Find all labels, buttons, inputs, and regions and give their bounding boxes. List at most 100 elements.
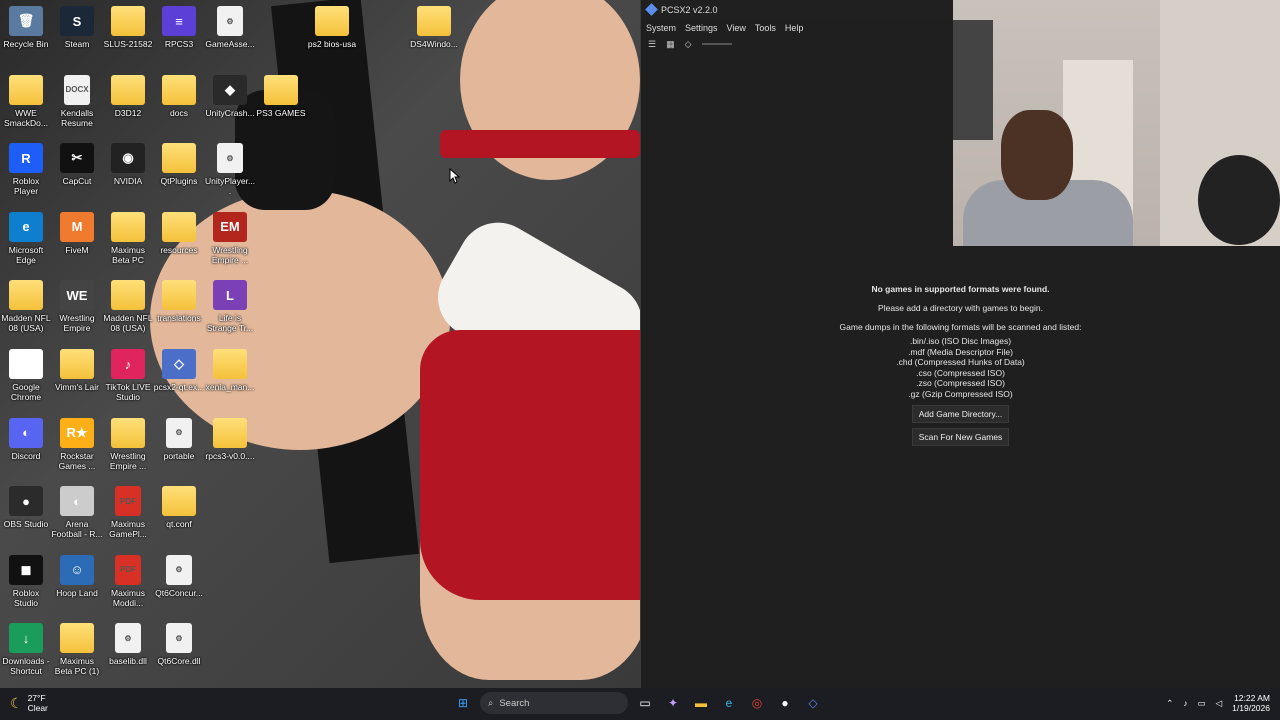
desktop-icon[interactable]: ◐ Arena Football - R... <box>51 486 103 539</box>
desktop-icon[interactable]: ◆ UnityCrash... <box>204 74 256 118</box>
desktop-icon[interactable]: ↓ Downloads - Shortcut <box>0 623 52 676</box>
desktop-icon[interactable]: Wrestling Empire ... <box>102 417 154 471</box>
network-icon[interactable]: ▭ <box>1198 698 1206 709</box>
taskbar-search[interactable]: ⌕ Search <box>480 692 628 714</box>
desktop-icon-label: resources <box>160 244 198 255</box>
desktop-icon[interactable]: ◐ Discord <box>0 417 52 461</box>
desktop-icon-glyph: e <box>9 211 43 242</box>
desktop-icon[interactable]: DS4Windo... <box>408 6 460 49</box>
edge-icon[interactable]: e <box>718 692 740 714</box>
desktop-icon-glyph: DOCX <box>64 74 90 105</box>
weather-moon-icon: ☾ <box>10 695 23 711</box>
desktop-icon[interactable]: S Steam <box>51 6 103 49</box>
desktop-icon[interactable]: EM Wrestling Empire ... <box>204 211 256 265</box>
zoom-slider[interactable] <box>701 43 732 45</box>
desktop-icon[interactable]: D3D12 <box>102 74 154 118</box>
copilot-icon[interactable]: ✦ <box>662 692 684 714</box>
clock-date: 1/19/2026 <box>1232 703 1270 713</box>
chrome-icon[interactable]: ◎ <box>746 692 768 714</box>
desktop-icon[interactable]: WWE SmackDo... <box>0 74 52 128</box>
weather-widget[interactable]: ☾ 27°F Clear <box>10 693 48 713</box>
desktop-icon[interactable]: ☺ Hoop Land <box>51 554 103 598</box>
desktop-icon-glyph: ⚙ <box>166 554 192 585</box>
desktop-icon[interactable]: Vimm's Lair <box>51 349 103 392</box>
desktop-icon-label: PS3 GAMES <box>256 107 306 118</box>
desktop-icon[interactable]: ● OBS Studio <box>0 486 52 529</box>
desktop-icon[interactable]: PDF Maximus GamePl... <box>102 486 154 539</box>
desktop-icon[interactable]: xenia_man... <box>204 349 256 392</box>
desktop-icon[interactable]: ◎ Google Chrome <box>0 349 52 402</box>
desktop-icon[interactable]: Maximus Beta PC <box>102 211 154 265</box>
desktop-icon[interactable]: ⚙ GameAsse... <box>204 6 256 49</box>
obs-icon[interactable]: ● <box>774 692 796 714</box>
volume-icon[interactable]: ◁ <box>1216 698 1223 709</box>
desktop-icon[interactable]: ✂ CapCut <box>51 143 103 186</box>
list-view-icon[interactable]: ☰ <box>648 39 656 50</box>
desktop-icon[interactable]: Maximus Beta PC (1) <box>51 623 103 676</box>
menu-view[interactable]: View <box>727 23 746 33</box>
desktop-icon-label: Wrestling Empire ... <box>211 244 249 265</box>
desktop-icon[interactable]: L Life is Strange Tr... <box>204 280 256 333</box>
desktop-icon[interactable]: ⚙ Qt6Concur... <box>153 554 205 598</box>
desktop-icon-glyph: ◎ <box>9 349 43 379</box>
menu-tools[interactable]: Tools <box>755 23 776 33</box>
scan-for-new-games-button[interactable]: Scan For New Games <box>911 427 1010 446</box>
desktop-icon[interactable]: ◇ pcsx2-qt.ex... <box>153 349 205 392</box>
desktop-icon[interactable]: M FiveM <box>51 211 103 255</box>
desktop-icon[interactable]: R★ Rockstar Games ... <box>51 417 103 471</box>
desktop-icon[interactable]: QtPlugins <box>153 143 205 186</box>
desktop-icon[interactable]: ⚙ portable <box>153 417 205 461</box>
clock[interactable]: 12:22 AM 1/19/2026 <box>1232 693 1270 713</box>
desktop-icon[interactable]: ps2 bios-usa <box>306 6 358 49</box>
empty-library-panel: No games in supported formats were found… <box>641 284 1280 446</box>
desktop-icon[interactable]: SLUS-21582 <box>102 6 154 49</box>
desktop-icon[interactable]: resources <box>153 211 205 255</box>
format-item: .chd (Compressed Hunks of Data) <box>896 357 1025 368</box>
desktop-icon-label: Wrestling Empire ... <box>109 450 147 471</box>
desktop-icon-glyph <box>111 74 145 105</box>
desktop-icon[interactable]: docs <box>153 74 205 118</box>
pcsx2-logo-icon <box>645 3 658 16</box>
desktop-icon[interactable]: rpcs3-v0.0.... <box>204 417 256 461</box>
desktop-icon-label: Maximus Beta PC <box>110 244 145 265</box>
pcsx2-taskbar-icon[interactable]: ◇ <box>802 692 824 714</box>
desktop-icon-glyph: EM <box>213 211 247 242</box>
desktop-icon[interactable]: ⚙ UnityPlayer.... <box>204 143 256 196</box>
desktop-icon[interactable]: PS3 GAMES <box>255 74 307 118</box>
grid-view-icon[interactable]: ▦ <box>666 39 675 50</box>
chevron-up-icon[interactable]: ⌃ <box>1166 698 1173 709</box>
desktop-icon[interactable]: ⚙ Qt6Core.dll <box>153 623 205 666</box>
menu-system[interactable]: System <box>646 23 676 33</box>
desktop-icon-label: Downloads - Shortcut <box>2 656 50 677</box>
desktop-icon[interactable]: ◼ Roblox Studio <box>0 554 52 608</box>
desktop-icon[interactable]: R Roblox Player <box>0 143 52 196</box>
desktop-icon[interactable]: ◉ NVIDIA <box>102 143 154 186</box>
desktop-icon-glyph <box>9 74 43 105</box>
desktop-icon[interactable]: ≡ RPCS3 <box>153 6 205 49</box>
microphone-icon[interactable]: ♪ <box>1183 698 1187 708</box>
desktop-icon-glyph <box>111 211 145 242</box>
desktop-icon[interactable]: DOCX Kendalls Resume <box>51 74 103 128</box>
empty-hint: Please add a directory with games to beg… <box>878 303 1043 313</box>
desktop-icon[interactable]: PDF Maximus Moddi... <box>102 554 154 608</box>
menu-settings[interactable]: Settings <box>685 23 718 33</box>
desktop-icon[interactable]: qt.conf <box>153 486 205 529</box>
cover-tag-icon[interactable]: ◇ <box>685 39 692 50</box>
desktop-icon[interactable]: ♪ TikTok LIVE Studio <box>102 349 154 402</box>
task-view-icon[interactable]: ▭ <box>634 692 656 714</box>
desktop-icon[interactable]: Madden NFL 08 (USA) <box>0 280 52 333</box>
desktop-icon[interactable]: 🗑 Recycle Bin <box>0 6 52 49</box>
windows-start-icon[interactable]: ⊞ <box>452 692 474 714</box>
desktop-icon[interactable]: Madden NFL 08 (USA) <box>102 280 154 333</box>
menu-help[interactable]: Help <box>785 23 804 33</box>
taskbar: ☾ 27°F Clear ⊞ ⌕ Search ▭ ✦ ▬ e ◎ ● ◇ ⌃ … <box>0 688 1280 720</box>
taskbar-center: ⊞ ⌕ Search ▭ ✦ ▬ e ◎ ● ◇ <box>452 692 824 714</box>
file-explorer-icon[interactable]: ▬ <box>690 692 712 714</box>
desktop-icon-glyph: ⚙ <box>115 623 141 654</box>
add-game-directory-button[interactable]: Add Game Directory... <box>911 404 1010 423</box>
desktop-icon[interactable]: e Microsoft Edge <box>0 211 52 265</box>
desktop-icon[interactable]: translations <box>153 280 205 323</box>
desktop-icon[interactable]: ⚙ baselib.dll <box>102 623 154 666</box>
desktop-icon[interactable]: WE Wrestling Empire <box>51 280 103 333</box>
desktop-icon-label: Qt6Concur... <box>155 587 203 598</box>
